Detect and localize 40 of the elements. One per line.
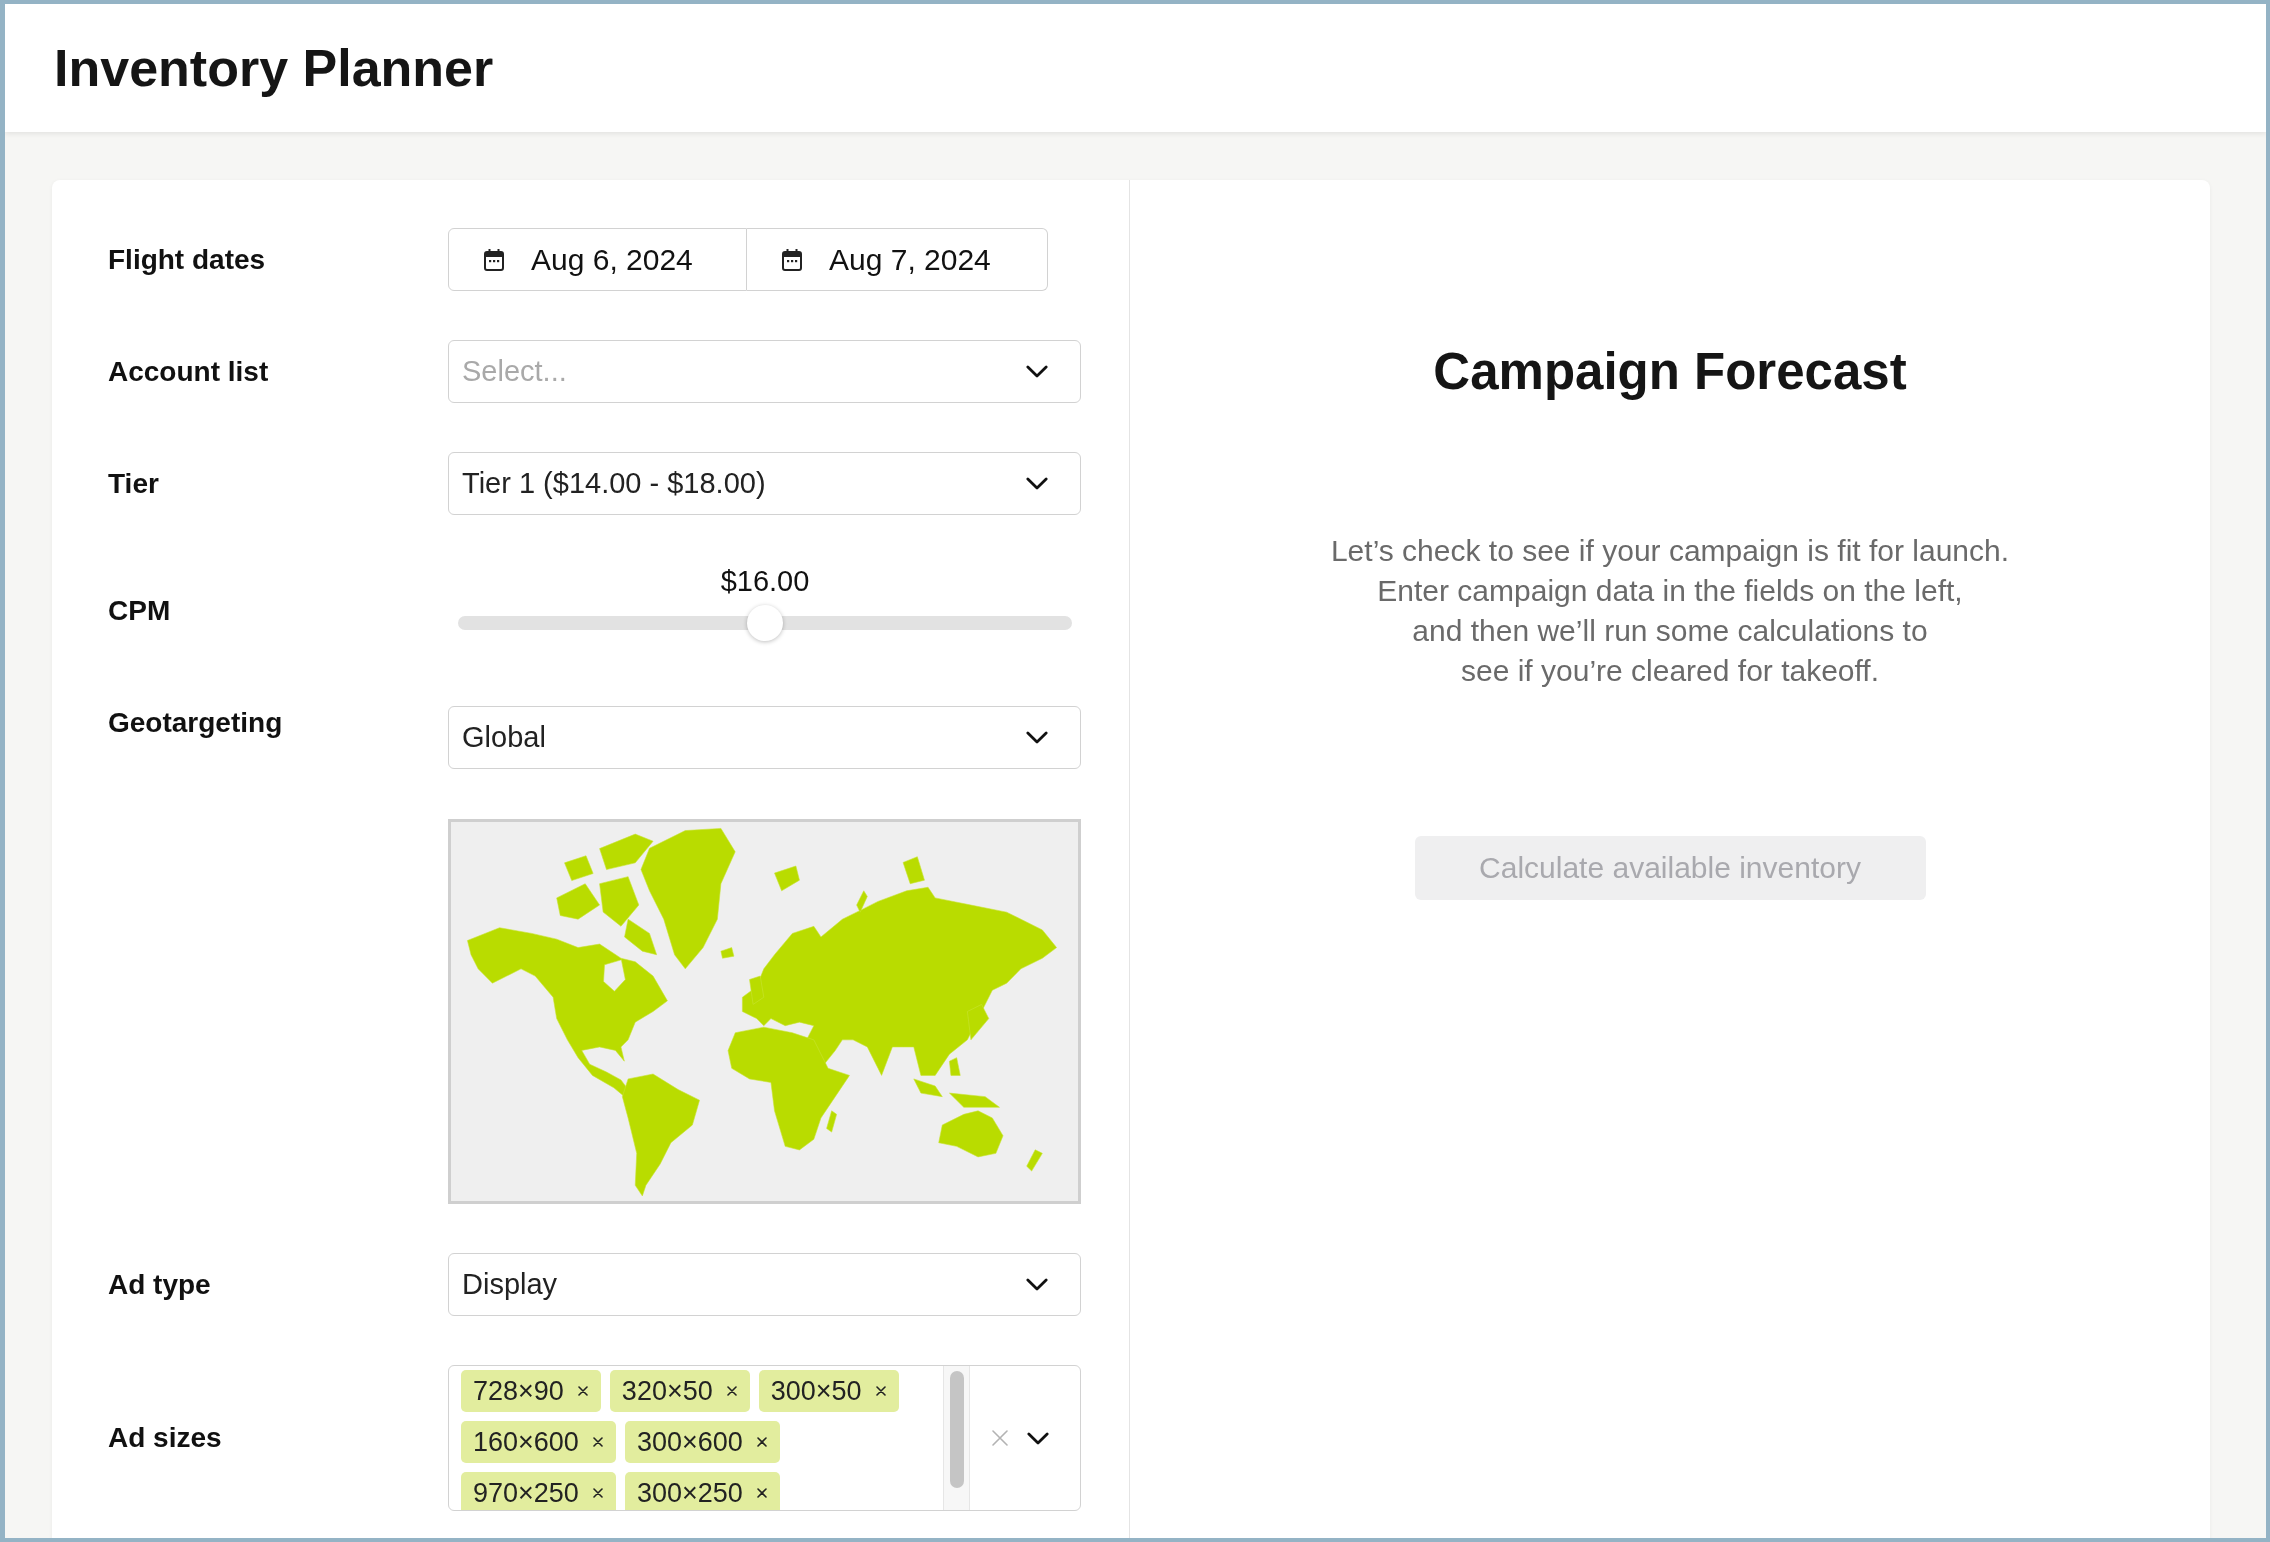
- chevron-down-icon: [1026, 477, 1048, 490]
- size-tag[interactable]: 728×90: [461, 1370, 601, 1412]
- app-title: Inventory Planner: [54, 38, 494, 98]
- dropdown-field[interactable]: Tier 1 ($14.00 - $18.00): [448, 452, 1081, 515]
- calendar-icon: [782, 248, 802, 271]
- dropdown-field[interactable]: Display: [448, 1253, 1081, 1316]
- field-label: Flight dates: [108, 242, 266, 277]
- size-tag[interactable]: 300×250: [624, 1472, 780, 1510]
- chevron-down-icon: [1026, 365, 1048, 378]
- dropdown-field[interactable]: Global: [448, 706, 1081, 769]
- close-icon[interactable]: [756, 1488, 767, 1498]
- size-tag[interactable]: 300×600: [624, 1421, 780, 1463]
- start-date-field[interactable]: Aug 6, 2024: [448, 228, 747, 291]
- forecast-title: Campaign Forecast: [1433, 342, 1907, 402]
- calendar-icon: [484, 248, 504, 271]
- field-label: Geotargeting: [108, 706, 283, 740]
- close-icon[interactable]: [592, 1437, 603, 1447]
- chevron-down-icon: [1026, 731, 1048, 744]
- size-tag[interactable]: 970×250: [461, 1472, 616, 1510]
- field-label: Ad type: [108, 1267, 211, 1302]
- close-icon[interactable]: [756, 1437, 767, 1447]
- multiselect-field[interactable]: 728×90 320×50 300×50 160×600 300×600 970×250 300×250: [448, 1365, 1081, 1511]
- slider-thumb[interactable]: [747, 605, 783, 641]
- scrollbar-thumb[interactable]: [949, 1371, 964, 1488]
- field-label: Account list: [108, 354, 269, 389]
- end-date-field[interactable]: Aug 7, 2024: [747, 228, 1048, 291]
- size-tag[interactable]: 320×50: [609, 1370, 750, 1412]
- size-tag[interactable]: 160×600: [461, 1421, 616, 1463]
- close-icon[interactable]: [577, 1386, 588, 1396]
- field-label: Tier: [108, 466, 159, 501]
- slider-value: $16.00: [720, 564, 810, 598]
- close-icon[interactable]: [875, 1386, 886, 1396]
- chevron-down-icon[interactable]: [1027, 1431, 1049, 1445]
- field-label: CPM: [108, 593, 171, 628]
- field-label: Ad sizes: [108, 1421, 222, 1455]
- close-icon[interactable]: [592, 1488, 603, 1498]
- forecast-message: Let’s check to see if your campaign is fit for launch. Enter campaign data in the fields on the left, and then we’ll run some calculations to see if you’re cleared for takeoff.: [1330, 533, 2010, 689]
- chevron-down-icon: [1026, 1278, 1048, 1291]
- size-tag[interactable]: 300×50: [758, 1370, 899, 1412]
- close-icon[interactable]: [726, 1386, 737, 1396]
